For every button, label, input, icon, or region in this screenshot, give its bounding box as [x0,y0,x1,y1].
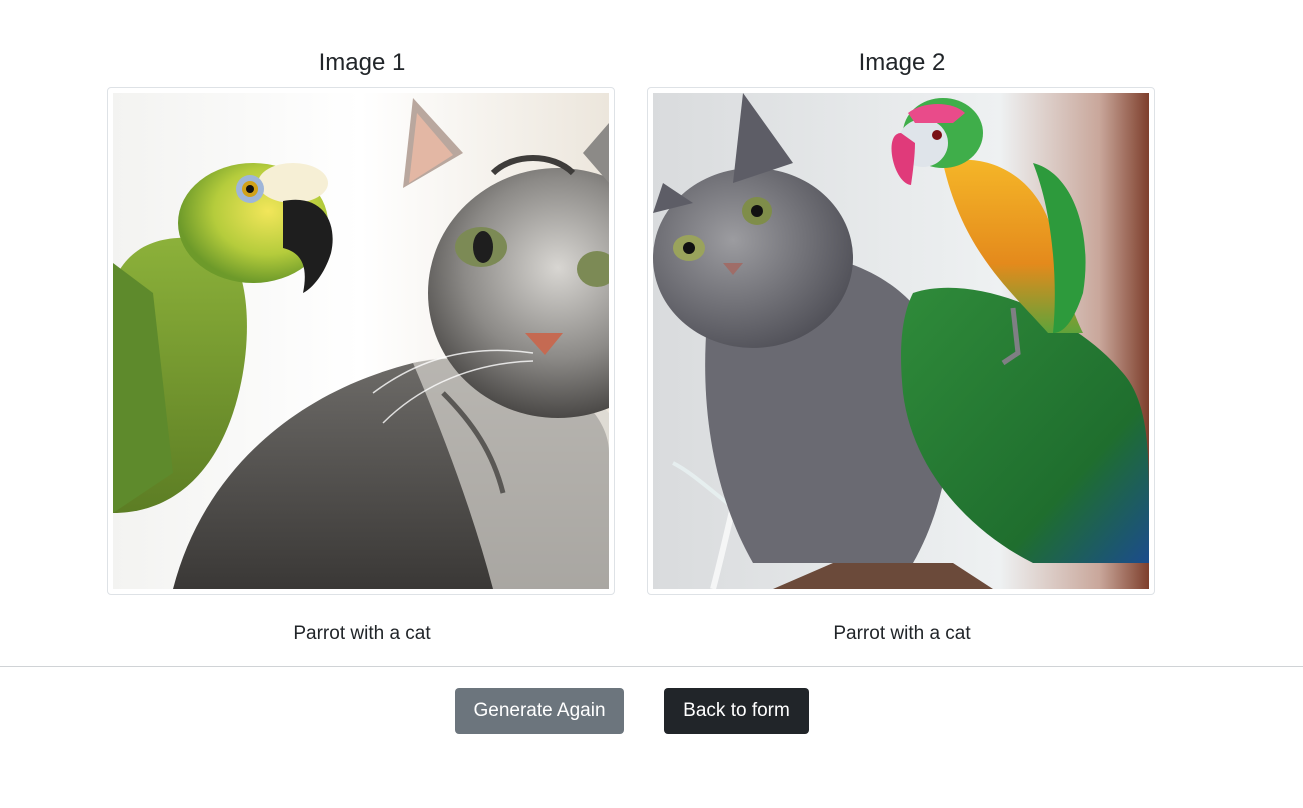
back-to-form-button[interactable]: Back to form [664,688,809,734]
results-page: Image 1 Parrot with a cat Image 2 Parrot… [0,0,1303,808]
generated-image-1[interactable] [107,87,615,595]
generated-image-2[interactable] [647,87,1155,595]
image-card-title: Image 1 [318,49,406,76]
image-caption: Parrot with a cat [833,623,971,644]
parrot-with-cat-image [653,93,1149,589]
image-caption: Parrot with a cat [293,623,431,644]
image-card-title: Image 2 [858,49,946,76]
section-divider [0,666,1303,667]
generate-again-button[interactable]: Generate Again [455,688,624,734]
parrot-with-cat-image [113,93,609,589]
